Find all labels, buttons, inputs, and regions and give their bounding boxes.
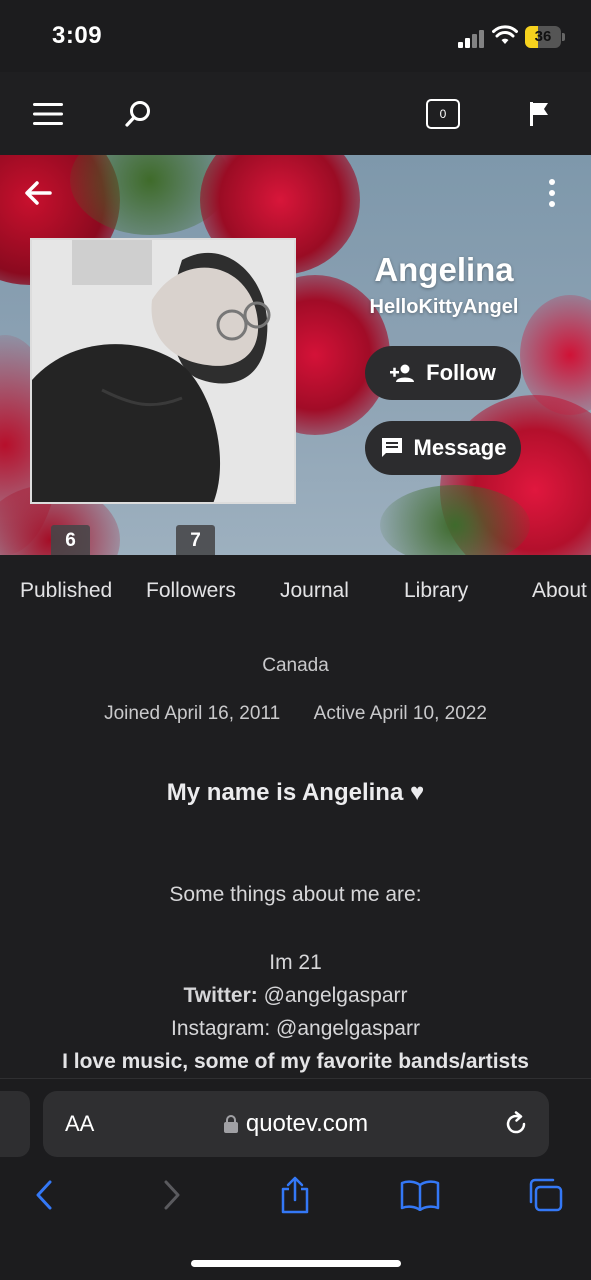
battery-icon: 36 (525, 26, 561, 48)
battery-tip (562, 33, 565, 41)
message-button[interactable]: Message (365, 421, 521, 475)
battery-level: 36 (534, 28, 552, 45)
reload-icon[interactable] (503, 1111, 529, 1142)
lock-icon (223, 1115, 238, 1133)
status-time: 3:09 (52, 22, 103, 49)
address-bar[interactable]: AA quotev.com (43, 1091, 549, 1157)
tab-journal[interactable]: Journal (280, 579, 349, 603)
bookmarks-icon[interactable] (400, 1175, 440, 1215)
twitter-label: Twitter: (183, 984, 258, 1007)
published-count-badge: 6 (51, 525, 90, 555)
wifi-icon (492, 25, 518, 44)
bio-age: Im 21 (269, 951, 322, 974)
profile-username: HelloKittyAngel (369, 296, 519, 318)
tab-followers[interactable]: Followers (146, 579, 236, 603)
location: Canada (262, 655, 329, 676)
back-arrow-icon[interactable] (20, 175, 56, 211)
joined-date: Joined April 16, 2011 (104, 703, 281, 724)
bio-twitter: Twitter: @angelgasparr (0, 984, 591, 1008)
site-header: 0 (0, 72, 591, 155)
signal-icon (458, 28, 486, 48)
browser-forward-icon[interactable] (152, 1175, 192, 1215)
tab-library[interactable]: Library (404, 579, 468, 603)
status-bar: 3:09 36 (0, 0, 591, 72)
cover-leaf (380, 485, 530, 555)
share-icon[interactable] (275, 1175, 315, 1215)
avatar (30, 238, 296, 504)
activity-dates: Joined April 16, 2011 Active April 10, 2… (0, 703, 591, 725)
url-display: quotev.com (43, 1110, 549, 1138)
profile-tabs: Published Followers Journal Library Abou… (0, 555, 591, 625)
url-text: quotev.com (245, 1110, 369, 1137)
notifications-count: 0 (426, 99, 460, 129)
browser-back-icon[interactable] (24, 1175, 64, 1215)
bio-music: I love music, some of my favorite bands/… (62, 1050, 529, 1073)
followers-count-badge: 7 (176, 525, 215, 555)
bio-headline: My name is Angelina ♥ (166, 779, 425, 806)
follow-button[interactable]: Follow (365, 346, 521, 400)
bio-instagram: Instagram: @angelgasparr (171, 1017, 420, 1040)
add-person-icon (390, 364, 415, 382)
bio-intro: Some things about me are: (169, 883, 422, 906)
search-icon[interactable] (116, 92, 160, 136)
profile-about: Canada Joined April 16, 2011 Active Apri… (0, 625, 591, 1080)
message-label: Message (413, 435, 507, 460)
tab-published[interactable]: Published (20, 579, 112, 603)
active-date: Active April 10, 2022 (313, 703, 487, 724)
menu-icon[interactable] (26, 92, 70, 136)
home-indicator (191, 1260, 401, 1267)
tab-about[interactable]: About (532, 579, 587, 603)
tabs-icon[interactable] (525, 1175, 565, 1215)
flag-icon[interactable] (518, 92, 562, 136)
previous-tab-preview[interactable] (0, 1091, 30, 1157)
notifications-icon[interactable]: 0 (421, 92, 465, 136)
twitter-handle: @angelgasparr (263, 984, 408, 1007)
chat-icon (381, 438, 402, 457)
profile-cover: Angelina HelloKittyAngel Follow Message … (0, 155, 591, 555)
more-vertical-icon[interactable] (540, 177, 564, 209)
browser-toolbar: AA quotev.com (0, 1078, 591, 1280)
follow-label: Follow (426, 360, 496, 385)
profile-name: Angelina (374, 251, 514, 288)
